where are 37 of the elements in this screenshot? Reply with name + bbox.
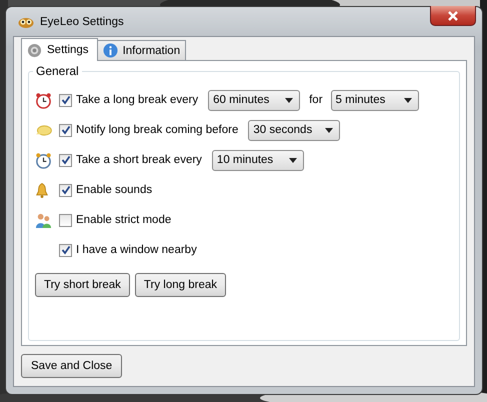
caret-icon (288, 158, 297, 162)
close-icon (447, 10, 459, 20)
checkbox[interactable]: Enable strict mode (59, 214, 172, 226)
tab[interactable]: Information (96, 40, 186, 60)
caret-icon (404, 98, 412, 102)
window-title: EyeLeo Settings (40, 16, 124, 28)
try-break-button[interactable]: Try long break (134, 273, 226, 297)
checkbox[interactable]: Notify long break coming before (59, 124, 238, 136)
checkmark-icon (60, 245, 70, 255)
alarm-clock-icon (35, 92, 52, 108)
people-icon (35, 212, 52, 228)
checkbox[interactable]: Enable sounds (59, 184, 152, 196)
label: for (309, 94, 323, 106)
dropdown[interactable]: 30 seconds (248, 120, 340, 140)
dropdown[interactable]: 5 minutes (330, 90, 419, 110)
try-break-button[interactable]: Try short break (35, 273, 130, 297)
dropdown[interactable]: 10 minutes (212, 150, 304, 170)
caret-icon (285, 98, 294, 102)
bell-icon (35, 182, 49, 198)
alarm-clock-icon (35, 152, 52, 168)
checkmark-icon (60, 125, 70, 135)
checkmark-icon (60, 95, 70, 105)
tab[interactable]: Settings (21, 38, 98, 61)
checkmark-icon (60, 185, 70, 195)
caret-icon (325, 128, 334, 132)
checkbox[interactable]: Take a long break every (59, 94, 198, 106)
info-icon (102, 43, 118, 58)
checkmark-icon (60, 155, 70, 165)
owl-icon (18, 16, 34, 28)
close-button[interactable] (430, 6, 476, 26)
checkbox[interactable]: I have a window nearby (59, 244, 197, 256)
save-button[interactable]: Save and Close (21, 354, 122, 378)
dropdown[interactable]: 60 minutes (208, 90, 300, 110)
gear-icon (27, 42, 42, 58)
group-title: General (33, 64, 82, 78)
message-icon (35, 124, 52, 136)
checkbox[interactable]: Take a short break every (59, 154, 202, 166)
